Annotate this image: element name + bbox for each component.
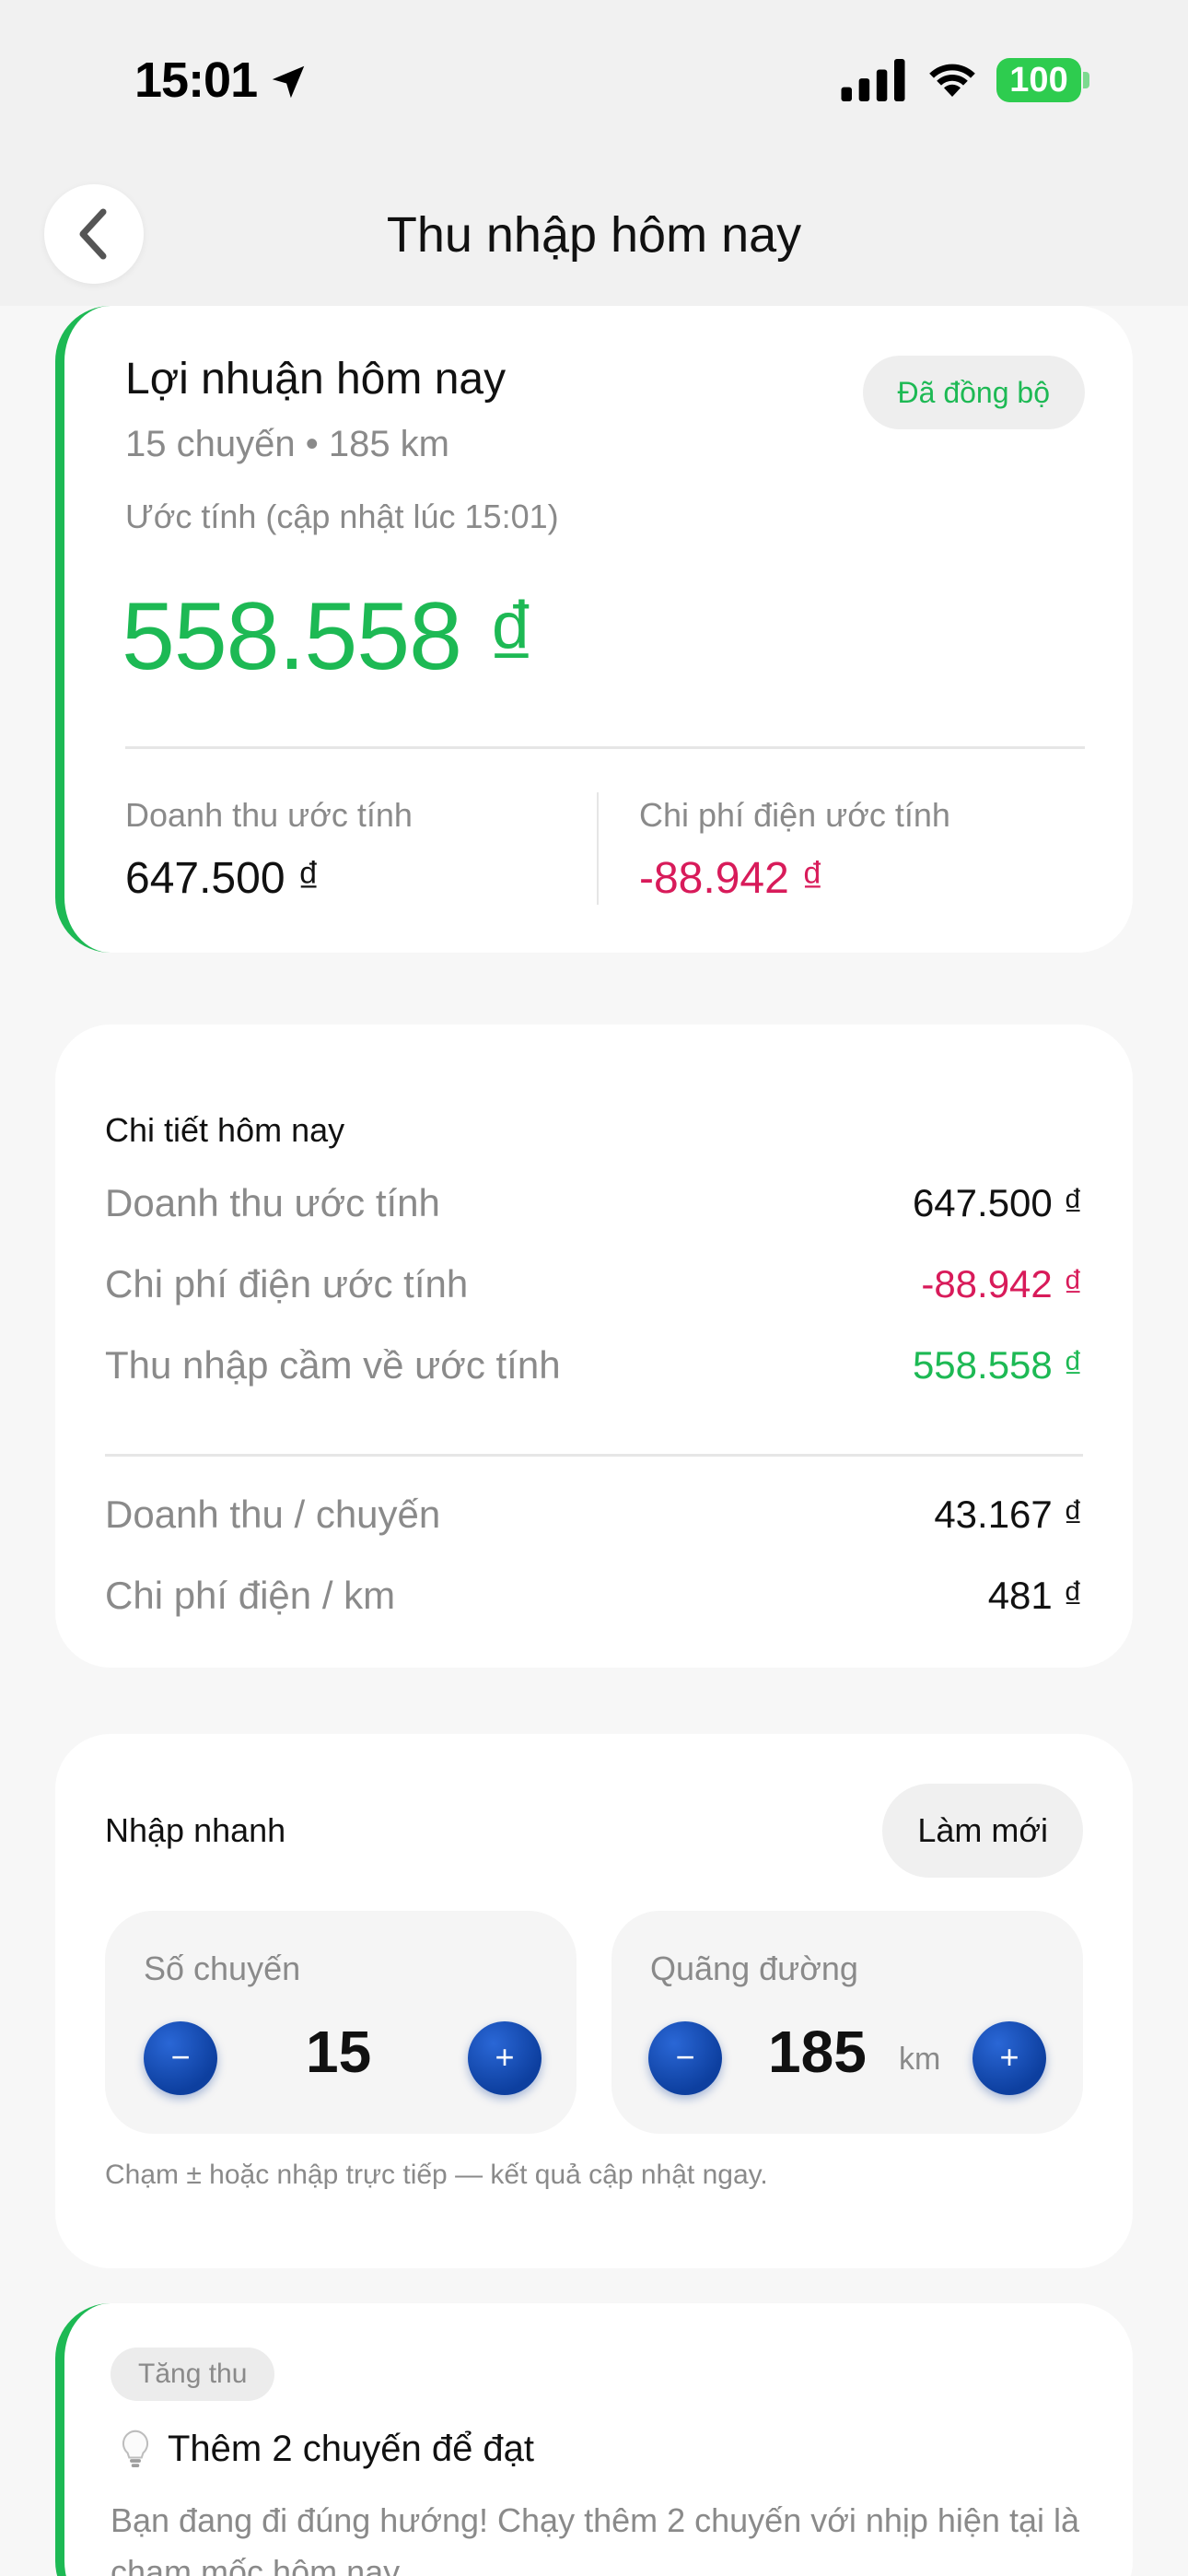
- status-time: 15:01: [134, 53, 258, 108]
- trips-increment-button[interactable]: +: [468, 2021, 542, 2095]
- detail-label: Doanh thu ước tính: [105, 1181, 440, 1224]
- tip-title: Thêm 2 chuyến để đạt: [168, 2429, 535, 2469]
- wifi-icon: [929, 64, 975, 97]
- detail-row: Doanh thu ước tính 647.500 ₫: [105, 1181, 1083, 1236]
- trips-value[interactable]: 15: [306, 2018, 371, 2086]
- hint-text: Chạm ± hoặc nhập trực tiếp — kết quả cập…: [105, 2160, 768, 2190]
- cellular-signal-icon: [841, 59, 905, 101]
- detail-label: Thu nhập cầm về ước tính: [105, 1343, 561, 1387]
- lightbulb-icon: [122, 2430, 149, 2467]
- refresh-button[interactable]: Làm mới: [882, 1784, 1083, 1878]
- cost-label: Chi phí điện ước tính: [639, 796, 950, 834]
- detail-label: Chi phí điện ước tính: [105, 1262, 469, 1306]
- trips-label: Số chuyến: [144, 1950, 301, 1987]
- detail-value: 558.558 ₫: [912, 1343, 1083, 1387]
- tip-card: Tăng thu Thêm 2 chuyến để đạt Bạn đang đ…: [55, 2303, 1133, 2576]
- tip-body: Bạn đang đi đúng hướng! Chạy thêm 2 chuy…: [111, 2501, 1079, 2576]
- detail-value: -88.942 ₫: [921, 1262, 1083, 1306]
- detail-label: Chi phí điện / km: [105, 1574, 396, 1617]
- tip-title-row: Thêm 2 chuyến để đạt: [120, 2429, 534, 2470]
- detail-label: Doanh thu / chuyến: [105, 1493, 441, 1536]
- divider: [105, 1454, 1083, 1457]
- distance-increment-button[interactable]: +: [973, 2021, 1046, 2095]
- detail-value: 43.167 ₫: [934, 1493, 1083, 1536]
- details-card: Chi tiết hôm nay Doanh thu ước tính 647.…: [55, 1025, 1133, 1668]
- detail-value: 647.500 ₫: [912, 1181, 1083, 1224]
- revenue-label: Doanh thu ước tính: [125, 796, 413, 834]
- detail-row: Thu nhập cầm về ước tính 558.558 ₫: [105, 1343, 1083, 1399]
- detail-row: Chi phí điện / km 481 ₫: [105, 1574, 1083, 1629]
- revenue-value: 647.500 ₫: [125, 854, 320, 903]
- divider: [125, 746, 1085, 749]
- trips-decrement-button[interactable]: −: [144, 2021, 217, 2095]
- profit-title: Lợi nhuận hôm nay: [125, 355, 507, 404]
- profit-card: Lợi nhuận hôm nay 15 chuyến • 185 km Ước…: [55, 306, 1133, 953]
- battery-nub: [1083, 72, 1089, 88]
- profit-value: 558.558 ₫: [122, 583, 536, 690]
- quick-input-title: Nhập nhanh: [105, 1811, 286, 1849]
- tip-badge: Tăng thu: [111, 2348, 275, 2401]
- location-arrow-icon: [272, 65, 305, 99]
- detail-value: 481 ₫: [987, 1574, 1083, 1617]
- detail-row: Chi phí điện ước tính -88.942 ₫: [105, 1262, 1083, 1317]
- distance-value[interactable]: 185: [768, 2018, 867, 2086]
- battery-indicator: 100: [996, 58, 1081, 102]
- distance-label: Quãng đường: [650, 1950, 858, 1987]
- detail-row: Doanh thu / chuyến 43.167 ₫: [105, 1493, 1083, 1548]
- page-title: Thu nhập hôm nay: [386, 207, 802, 263]
- profit-updated: Ước tính (cập nhật lúc 15:01): [125, 498, 559, 535]
- distance-decrement-button[interactable]: −: [648, 2021, 722, 2095]
- quick-input-card: Nhập nhanh Làm mới Số chuyến − 15 + Quãn…: [55, 1734, 1133, 2268]
- cost-value: -88.942 ₫: [639, 854, 824, 903]
- profit-subtitle: 15 chuyến • 185 km: [125, 424, 449, 464]
- column-divider: [597, 792, 599, 905]
- distance-unit: km: [899, 2042, 941, 2077]
- sync-status-badge: Đã đồng bộ: [862, 356, 1085, 429]
- details-title: Chi tiết hôm nay: [105, 1111, 345, 1149]
